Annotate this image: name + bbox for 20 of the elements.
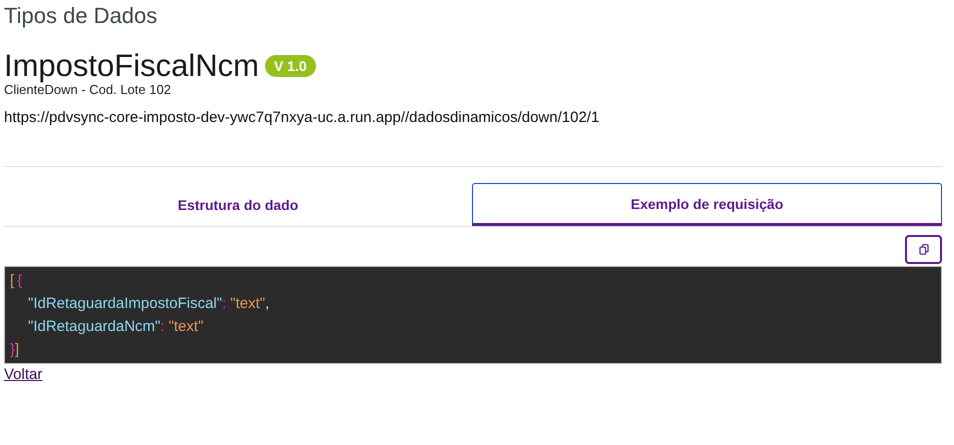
code-colon: : (160, 318, 165, 335)
back-link[interactable]: Voltar (4, 366, 42, 383)
code-comma: , (265, 295, 270, 312)
code-colon: : (222, 295, 226, 312)
code-key: "IdRetaguardaNcm" (28, 318, 160, 335)
copy-icon (918, 244, 928, 255)
version-badge: V 1.0 (264, 55, 316, 77)
batch-subtitle: ClienteDown - Cod. Lote 102 (4, 83, 171, 97)
data-type-title: ImpostoFiscalNcm (4, 49, 259, 83)
code-string: "text" (168, 318, 204, 335)
copy-button[interactable] (905, 235, 942, 264)
code-key: "IdRetaguardaImpostoFiscal" (28, 295, 222, 312)
code-brace: { (17, 272, 22, 289)
code-brace: } (10, 341, 16, 358)
code-bracket: [ (10, 272, 14, 289)
code-bracket: ] (15, 341, 20, 358)
endpoint-url: https://pdvsync-core-imposto-dev-ywc7q7nxya-uc.a.run.app//dadosdinamicos/down/102/1 (4, 109, 600, 126)
code-string: "text" (230, 295, 266, 312)
tab[interactable]: Exemplo de requisição (472, 183, 942, 226)
page-title: Tipos de Dados (4, 2, 158, 30)
